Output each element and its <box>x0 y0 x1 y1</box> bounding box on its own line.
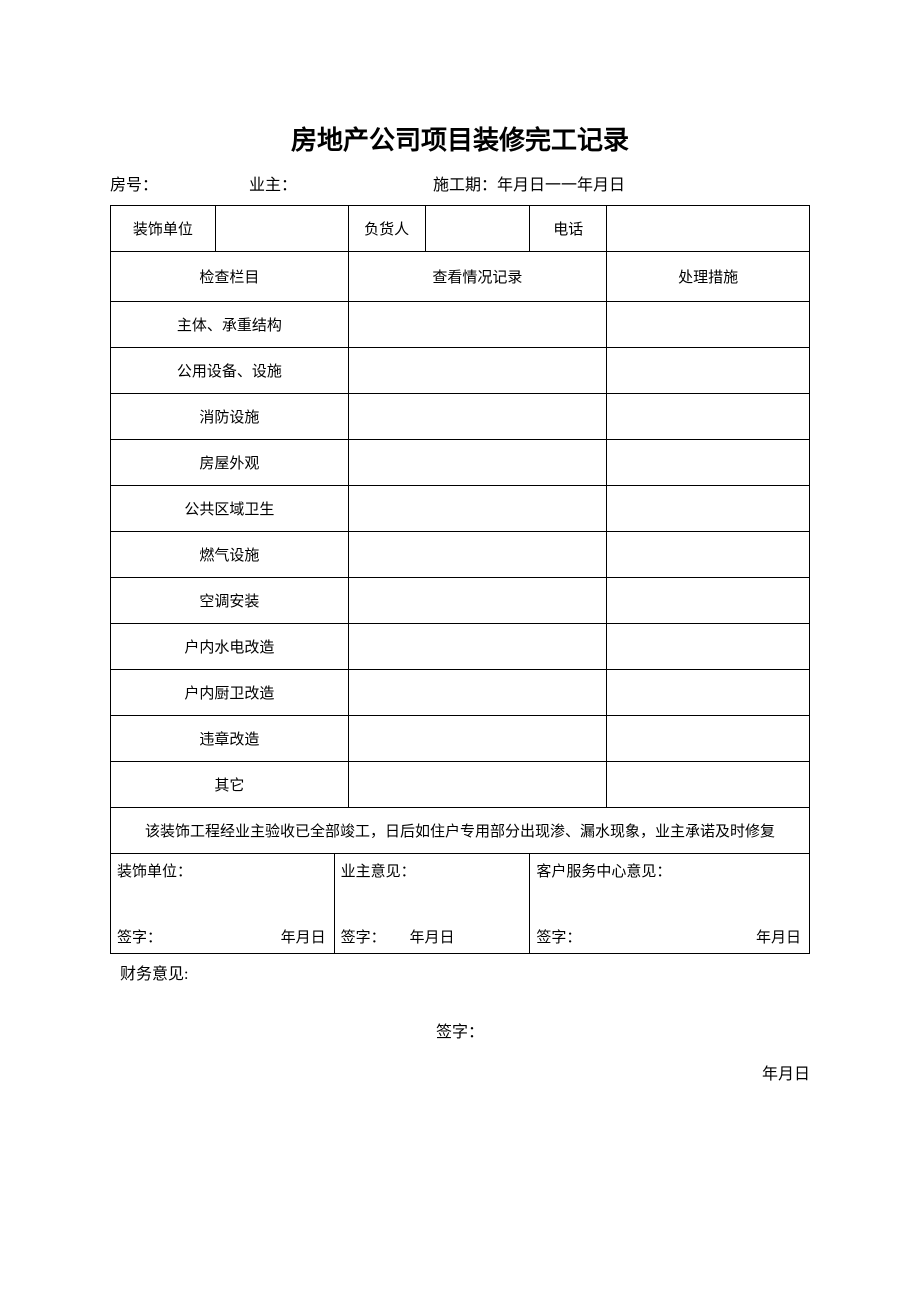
item-row: 消防设施 <box>111 394 810 440</box>
item-label: 违章改造 <box>111 716 349 762</box>
finance-sign-label: 签字： <box>110 1018 810 1042</box>
item-record <box>348 394 607 440</box>
note-row: 该装饰工程经业主验收已全部竣工，日后如住户专用部分出现渗、漏水现象，业主承诺及时… <box>111 808 810 854</box>
item-record <box>348 532 607 578</box>
document-title: 房地产公司项目装修完工记录 <box>110 120 810 157</box>
item-action <box>607 532 810 578</box>
item-action <box>607 716 810 762</box>
item-action <box>607 394 810 440</box>
manager-value <box>425 206 530 252</box>
item-label: 其它 <box>111 762 349 808</box>
date-label: 年月日 <box>756 926 801 947</box>
item-label: 户内水电改造 <box>111 624 349 670</box>
item-record <box>348 440 607 486</box>
item-action <box>607 486 810 532</box>
item-label: 主体、承重结构 <box>111 302 349 348</box>
item-row: 房屋外观 <box>111 440 810 486</box>
item-label: 公用设备、设施 <box>111 348 349 394</box>
item-label: 空调安装 <box>111 578 349 624</box>
item-record <box>348 670 607 716</box>
item-row: 违章改造 <box>111 716 810 762</box>
item-record <box>348 578 607 624</box>
item-row: 燃气设施 <box>111 532 810 578</box>
item-label: 房屋外观 <box>111 440 349 486</box>
item-action <box>607 578 810 624</box>
item-label: 户内厨卫改造 <box>111 670 349 716</box>
period-label: 施工期：年月日一一年月日 <box>433 177 625 194</box>
check-column-header: 检查栏目 <box>111 252 349 302</box>
service-opinion-label: 客户服务中心意见： <box>536 860 803 881</box>
date-label: 年月日 <box>410 926 455 947</box>
item-action <box>607 762 810 808</box>
item-label: 公共区域卫生 <box>111 486 349 532</box>
item-row: 户内水电改造 <box>111 624 810 670</box>
item-row: 空调安装 <box>111 578 810 624</box>
item-action <box>607 348 810 394</box>
header-line: 房号： 业主： 施工期：年月日一一年月日 <box>110 175 810 197</box>
sign-label: 签字： <box>117 926 162 947</box>
main-table: 装饰单位 负货人 电话 检查栏目 查看情况记录 处理措施 主体、承重结构 公用设… <box>110 205 810 954</box>
phone-label: 电话 <box>530 206 607 252</box>
finance-date-label: 年月日 <box>110 1060 810 1084</box>
unit-label: 装饰单位 <box>111 206 216 252</box>
item-label: 消防设施 <box>111 394 349 440</box>
unit-sign-label: 装饰单位： <box>117 860 328 881</box>
owner-opinion-label: 业主意见： <box>341 860 524 881</box>
action-column-header: 处理措施 <box>607 252 810 302</box>
item-record <box>348 486 607 532</box>
record-column-header: 查看情况记录 <box>348 252 607 302</box>
item-action <box>607 302 810 348</box>
item-row: 主体、承重结构 <box>111 302 810 348</box>
item-label: 燃气设施 <box>111 532 349 578</box>
signature-row: 装饰单位： 签字： 年月日 业主意见： 签字： 年月日 客户服务中心意见： 签字… <box>111 854 810 954</box>
item-row: 户内厨卫改造 <box>111 670 810 716</box>
unit-sign-block: 装饰单位： 签字： 年月日 <box>111 854 335 954</box>
date-label: 年月日 <box>281 926 326 947</box>
item-action <box>607 670 810 716</box>
item-record <box>348 716 607 762</box>
item-record <box>348 762 607 808</box>
unit-value <box>215 206 348 252</box>
item-row: 其它 <box>111 762 810 808</box>
service-sign-block: 客户服务中心意见： 签字： 年月日 <box>530 854 810 954</box>
item-action <box>607 624 810 670</box>
item-record <box>348 624 607 670</box>
note-text: 该装饰工程经业主验收已全部竣工，日后如住户专用部分出现渗、漏水现象，业主承诺及时… <box>111 808 810 854</box>
unit-row: 装饰单位 负货人 电话 <box>111 206 810 252</box>
phone-value <box>607 206 810 252</box>
item-record <box>348 302 607 348</box>
sign-label: 签字： <box>536 926 581 947</box>
finance-label: 财务意见: <box>110 960 810 984</box>
item-action <box>607 440 810 486</box>
item-record <box>348 348 607 394</box>
item-row: 公用设备、设施 <box>111 348 810 394</box>
room-label: 房号： <box>110 175 245 197</box>
column-header-row: 检查栏目 查看情况记录 处理措施 <box>111 252 810 302</box>
manager-label: 负货人 <box>348 206 425 252</box>
owner-label: 业主： <box>249 175 429 197</box>
owner-sign-block: 业主意见： 签字： 年月日 <box>334 854 530 954</box>
item-row: 公共区域卫生 <box>111 486 810 532</box>
sign-label: 签字： <box>341 926 386 947</box>
